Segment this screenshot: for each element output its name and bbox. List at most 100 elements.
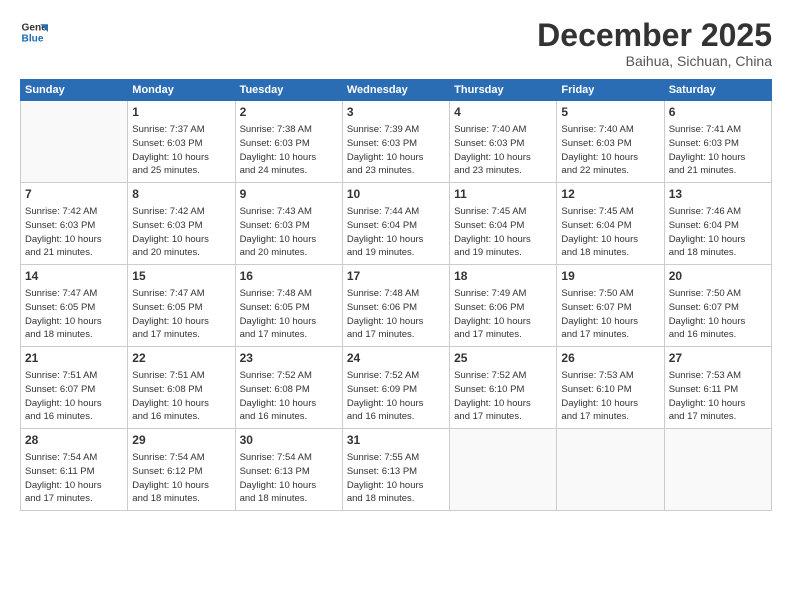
calendar-page: General Blue December 2025 Baihua, Sichu… — [0, 0, 792, 612]
calendar-cell: 22 Sunrise: 7:51 AM Sunset: 6:08 PM Dayli… — [128, 347, 235, 429]
day-number: 8 — [132, 186, 230, 203]
week-row-3: 14 Sunrise: 7:47 AM Sunset: 6:05 PM Dayli… — [21, 265, 772, 347]
day-info: Sunrise: 7:52 AM Sunset: 6:10 PM Dayligh… — [454, 369, 552, 424]
day-info: Sunrise: 7:51 AM Sunset: 6:07 PM Dayligh… — [25, 369, 123, 424]
day-info: Sunrise: 7:47 AM Sunset: 6:05 PM Dayligh… — [25, 287, 123, 342]
day-info: Sunrise: 7:51 AM Sunset: 6:08 PM Dayligh… — [132, 369, 230, 424]
day-info: Sunrise: 7:46 AM Sunset: 6:04 PM Dayligh… — [669, 205, 767, 260]
day-info: Sunrise: 7:39 AM Sunset: 6:03 PM Dayligh… — [347, 123, 445, 178]
day-number: 31 — [347, 432, 445, 449]
day-number: 27 — [669, 350, 767, 367]
day-number: 21 — [25, 350, 123, 367]
day-number: 18 — [454, 268, 552, 285]
day-number: 25 — [454, 350, 552, 367]
calendar-cell: 15Sunrise: 7:47 AM Sunset: 6:05 PM Dayli… — [128, 265, 235, 347]
calendar-cell: 29 Sunrise: 7:54 AM Sunset: 6:12 PM Dayli… — [128, 429, 235, 511]
day-info: Sunrise: 7:52 AM Sunset: 6:09 PM Dayligh… — [347, 369, 445, 424]
calendar-cell: 28 Sunrise: 7:54 AM Sunset: 6:11 PM Dayli… — [21, 429, 128, 511]
day-info: Sunrise: 7:50 AM Sunset: 6:07 PM Dayligh… — [669, 287, 767, 342]
day-number: 2 — [240, 104, 338, 121]
week-row-4: 21 Sunrise: 7:51 AM Sunset: 6:07 PM Dayli… — [21, 347, 772, 429]
weekday-header-sunday: Sunday — [21, 80, 128, 101]
day-number: 1 — [132, 104, 230, 121]
calendar-cell: 23 Sunrise: 7:52 AM Sunset: 6:08 PM Dayli… — [235, 347, 342, 429]
day-info: Sunrise: 7:47 AM Sunset: 6:05 PM Dayligh… — [132, 287, 230, 342]
calendar-cell: 2 Sunrise: 7:38 AM Sunset: 6:03 PM Daylig… — [235, 101, 342, 183]
calendar-cell: 12 Sunrise: 7:45 AM Sunset: 6:04 PM Dayli… — [557, 183, 664, 265]
day-number: 17 — [347, 268, 445, 285]
day-info: Sunrise: 7:44 AM Sunset: 6:04 PM Dayligh… — [347, 205, 445, 260]
calendar-cell — [557, 429, 664, 511]
weekday-header-thursday: Thursday — [450, 80, 557, 101]
day-info: Sunrise: 7:38 AM Sunset: 6:03 PM Dayligh… — [240, 123, 338, 178]
day-number: 12 — [561, 186, 659, 203]
day-number: 16 — [240, 268, 338, 285]
calendar-cell: 19Sunrise: 7:50 AM Sunset: 6:07 PM Dayli… — [557, 265, 664, 347]
title-block: December 2025 Baihua, Sichuan, China — [537, 18, 772, 69]
weekday-header-saturday: Saturday — [664, 80, 771, 101]
calendar-title: December 2025 — [537, 18, 772, 53]
weekday-header-friday: Friday — [557, 80, 664, 101]
calendar-cell: 18 Sunrise: 7:49 AM Sunset: 6:06 PM Dayli… — [450, 265, 557, 347]
calendar-cell — [664, 429, 771, 511]
week-row-2: 7 Sunrise: 7:42 AM Sunset: 6:03 PM Daylig… — [21, 183, 772, 265]
day-info: Sunrise: 7:41 AM Sunset: 6:03 PM Dayligh… — [669, 123, 767, 178]
day-info: Sunrise: 7:53 AM Sunset: 6:11 PM Dayligh… — [669, 369, 767, 424]
calendar-cell — [450, 429, 557, 511]
calendar-cell: 11Sunrise: 7:45 AM Sunset: 6:04 PM Dayli… — [450, 183, 557, 265]
day-number: 29 — [132, 432, 230, 449]
day-number: 28 — [25, 432, 123, 449]
logo: General Blue — [20, 18, 48, 46]
calendar-cell: 8 Sunrise: 7:42 AM Sunset: 6:03 PM Daylig… — [128, 183, 235, 265]
calendar-cell: 3 Sunrise: 7:39 AM Sunset: 6:03 PM Daylig… — [342, 101, 449, 183]
day-number: 26 — [561, 350, 659, 367]
day-number: 22 — [132, 350, 230, 367]
day-info: Sunrise: 7:42 AM Sunset: 6:03 PM Dayligh… — [25, 205, 123, 260]
day-number: 10 — [347, 186, 445, 203]
day-info: Sunrise: 7:45 AM Sunset: 6:04 PM Dayligh… — [454, 205, 552, 260]
calendar-cell: 25 Sunrise: 7:52 AM Sunset: 6:10 PM Dayli… — [450, 347, 557, 429]
weekday-header-monday: Monday — [128, 80, 235, 101]
day-info: Sunrise: 7:54 AM Sunset: 6:12 PM Dayligh… — [132, 451, 230, 506]
day-number: 3 — [347, 104, 445, 121]
day-number: 4 — [454, 104, 552, 121]
calendar-cell: 20Sunrise: 7:50 AM Sunset: 6:07 PM Dayli… — [664, 265, 771, 347]
header: General Blue December 2025 Baihua, Sichu… — [20, 18, 772, 69]
day-info: Sunrise: 7:43 AM Sunset: 6:03 PM Dayligh… — [240, 205, 338, 260]
day-number: 30 — [240, 432, 338, 449]
day-info: Sunrise: 7:54 AM Sunset: 6:11 PM Dayligh… — [25, 451, 123, 506]
calendar-cell: 17Sunrise: 7:48 AM Sunset: 6:06 PM Dayli… — [342, 265, 449, 347]
calendar-cell: 4 Sunrise: 7:40 AM Sunset: 6:03 PM Daylig… — [450, 101, 557, 183]
day-info: Sunrise: 7:55 AM Sunset: 6:13 PM Dayligh… — [347, 451, 445, 506]
calendar-cell: 9 Sunrise: 7:43 AM Sunset: 6:03 PM Daylig… — [235, 183, 342, 265]
day-info: Sunrise: 7:40 AM Sunset: 6:03 PM Dayligh… — [454, 123, 552, 178]
calendar-cell: 21 Sunrise: 7:51 AM Sunset: 6:07 PM Dayli… — [21, 347, 128, 429]
day-number: 9 — [240, 186, 338, 203]
svg-text:Blue: Blue — [22, 33, 44, 44]
day-info: Sunrise: 7:42 AM Sunset: 6:03 PM Dayligh… — [132, 205, 230, 260]
calendar-cell: 14 Sunrise: 7:47 AM Sunset: 6:05 PM Dayli… — [21, 265, 128, 347]
week-row-1: 1Sunrise: 7:37 AM Sunset: 6:03 PM Daylig… — [21, 101, 772, 183]
day-number: 23 — [240, 350, 338, 367]
day-info: Sunrise: 7:45 AM Sunset: 6:04 PM Dayligh… — [561, 205, 659, 260]
calendar-cell — [21, 101, 128, 183]
calendar-cell: 10 Sunrise: 7:44 AM Sunset: 6:04 PM Dayli… — [342, 183, 449, 265]
calendar-cell: 27 Sunrise: 7:53 AM Sunset: 6:11 PM Dayli… — [664, 347, 771, 429]
day-number: 7 — [25, 186, 123, 203]
day-number: 14 — [25, 268, 123, 285]
day-info: Sunrise: 7:40 AM Sunset: 6:03 PM Dayligh… — [561, 123, 659, 178]
calendar-cell: 7 Sunrise: 7:42 AM Sunset: 6:03 PM Daylig… — [21, 183, 128, 265]
calendar-cell: 6 Sunrise: 7:41 AM Sunset: 6:03 PM Daylig… — [664, 101, 771, 183]
day-number: 5 — [561, 104, 659, 121]
day-number: 13 — [669, 186, 767, 203]
day-info: Sunrise: 7:53 AM Sunset: 6:10 PM Dayligh… — [561, 369, 659, 424]
calendar-cell: 16Sunrise: 7:48 AM Sunset: 6:05 PM Dayli… — [235, 265, 342, 347]
day-info: Sunrise: 7:52 AM Sunset: 6:08 PM Dayligh… — [240, 369, 338, 424]
day-number: 24 — [347, 350, 445, 367]
calendar-cell: 31 Sunrise: 7:55 AM Sunset: 6:13 PM Dayli… — [342, 429, 449, 511]
calendar-cell: 26 Sunrise: 7:53 AM Sunset: 6:10 PM Dayli… — [557, 347, 664, 429]
day-info: Sunrise: 7:49 AM Sunset: 6:06 PM Dayligh… — [454, 287, 552, 342]
day-number: 6 — [669, 104, 767, 121]
weekday-header-wednesday: Wednesday — [342, 80, 449, 101]
logo-icon: General Blue — [20, 18, 48, 46]
